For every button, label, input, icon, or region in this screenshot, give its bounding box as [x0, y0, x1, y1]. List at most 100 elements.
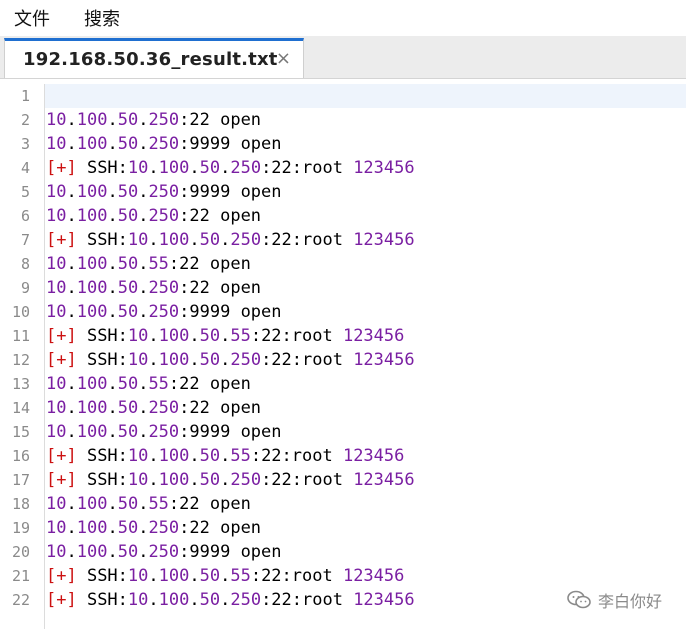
ip-octet: 50 [199, 158, 221, 178]
ssh-port-user: :22:root [250, 326, 343, 346]
port-status: :22 open [179, 518, 262, 538]
ip-dot: . [220, 590, 231, 610]
ssh-found-marker: [+] [46, 326, 77, 346]
ip-octet: 50 [199, 446, 221, 466]
menu-file[interactable]: 文件 [14, 5, 50, 31]
port-status: :9999 open [179, 422, 282, 442]
ip-octet: 10 [127, 590, 149, 610]
tab-result-file[interactable]: 192.168.50.36_result.txt × [4, 38, 304, 78]
ip-dot: . [148, 158, 159, 178]
ip-octet: 55 [230, 446, 251, 466]
port-status: :22 open [179, 110, 262, 130]
ip-dot: . [138, 518, 149, 538]
ip-octet: 250 [148, 278, 180, 298]
ssh-password: 123456 [353, 470, 415, 490]
ip-octet: 10 [127, 446, 149, 466]
ip-octet: 50 [117, 134, 139, 154]
ip-octet: 50 [117, 374, 139, 394]
ip-dot: . [220, 470, 231, 490]
line-number: 17 [11, 471, 30, 489]
ip-dot: . [107, 182, 118, 202]
ip-dot: . [148, 230, 159, 250]
ip-octet: 100 [76, 398, 108, 418]
ip-octet: 10 [46, 494, 67, 514]
ip-dot: . [66, 422, 77, 442]
line-content: 10.100.50.55:22 open [46, 252, 251, 276]
ip-dot: . [138, 422, 149, 442]
ip-octet: 10 [46, 182, 67, 202]
ip-dot: . [107, 422, 118, 442]
editor-line: 20 10.100.50.250:9999 open [0, 540, 686, 564]
editor-line: 5 10.100.50.250:9999 open [0, 180, 686, 204]
ip-dot: . [138, 134, 149, 154]
line-number: 1 [20, 87, 30, 105]
line-number: 12 [11, 351, 30, 369]
ip-octet: 10 [46, 134, 67, 154]
ip-octet: 55 [230, 326, 251, 346]
ip-octet: 50 [199, 470, 221, 490]
wechat-icon [567, 590, 591, 609]
ssh-password: 123456 [342, 326, 405, 346]
ip-dot: . [138, 494, 149, 514]
ssh-label: SSH: [76, 158, 128, 178]
port-status: :22 open [168, 494, 251, 514]
editor-line: 6 10.100.50.250:22 open [0, 204, 686, 228]
ssh-found-marker: [+] [46, 470, 77, 490]
editor-line: 15 10.100.50.250:9999 open [0, 420, 686, 444]
port-status: :22 open [179, 278, 262, 298]
editor[interactable]: 1 2 10.100.50.250:22 open 3 10.100.50.250:99… [0, 84, 686, 629]
close-icon[interactable]: × [276, 48, 291, 69]
ip-dot: . [189, 326, 200, 346]
ip-octet: 50 [117, 254, 139, 274]
ip-octet: 250 [230, 350, 262, 370]
ip-dot: . [148, 590, 159, 610]
watermark-text: 李白你好 [598, 592, 663, 611]
ip-octet: 50 [117, 302, 139, 322]
line-number: 3 [20, 135, 30, 153]
editor-line: 11 [+] SSH:10.100.50.55:22:root 123456 [0, 324, 686, 348]
ip-octet: 100 [158, 470, 190, 490]
editor-line: 21 [+] SSH:10.100.50.55:22:root 123456 [0, 564, 686, 588]
ip-dot: . [189, 350, 200, 370]
menu-search[interactable]: 搜索 [84, 5, 120, 31]
ssh-found-marker: [+] [46, 590, 77, 610]
ip-octet: 10 [46, 206, 67, 226]
ip-octet: 10 [46, 302, 67, 322]
ip-octet: 50 [117, 422, 139, 442]
line-content: 10.100.50.55:22 open [46, 372, 251, 396]
line-number: 16 [11, 447, 30, 465]
ip-octet: 100 [158, 446, 190, 466]
ip-octet: 50 [117, 494, 139, 514]
ip-octet: 100 [76, 134, 108, 154]
ip-octet: 50 [117, 278, 139, 298]
ip-octet: 100 [76, 518, 108, 538]
line-content: 10.100.50.55:22 open [46, 492, 251, 516]
line-content: 10.100.50.250:9999 open [46, 540, 282, 564]
ip-dot: . [66, 518, 77, 538]
line-number: 20 [11, 543, 30, 561]
ip-octet: 10 [46, 278, 67, 298]
ip-octet: 10 [127, 566, 149, 586]
ip-dot: . [66, 398, 77, 418]
ssh-label: SSH: [76, 350, 128, 370]
ip-octet: 10 [46, 374, 67, 394]
ip-dot: . [189, 230, 200, 250]
ip-dot: . [138, 302, 149, 322]
line-content: 10.100.50.250:9999 open [46, 180, 282, 204]
ip-octet: 100 [76, 494, 108, 514]
line-number: 18 [11, 495, 30, 513]
ip-dot: . [138, 542, 149, 562]
ip-dot: . [189, 446, 200, 466]
ip-dot: . [220, 446, 231, 466]
ip-dot: . [148, 326, 159, 346]
ip-dot: . [66, 302, 77, 322]
line-number: 5 [20, 183, 30, 201]
ip-octet: 100 [76, 206, 108, 226]
ip-octet: 100 [158, 326, 190, 346]
port-status: :9999 open [179, 182, 282, 202]
line-content: 10.100.50.250:22 open [46, 108, 261, 132]
ssh-port-user: :22:root [261, 470, 354, 490]
line-number: 13 [11, 375, 30, 393]
ip-dot: . [107, 518, 118, 538]
line-content: [+] SSH:10.100.50.55:22:root 123456 [46, 564, 404, 588]
